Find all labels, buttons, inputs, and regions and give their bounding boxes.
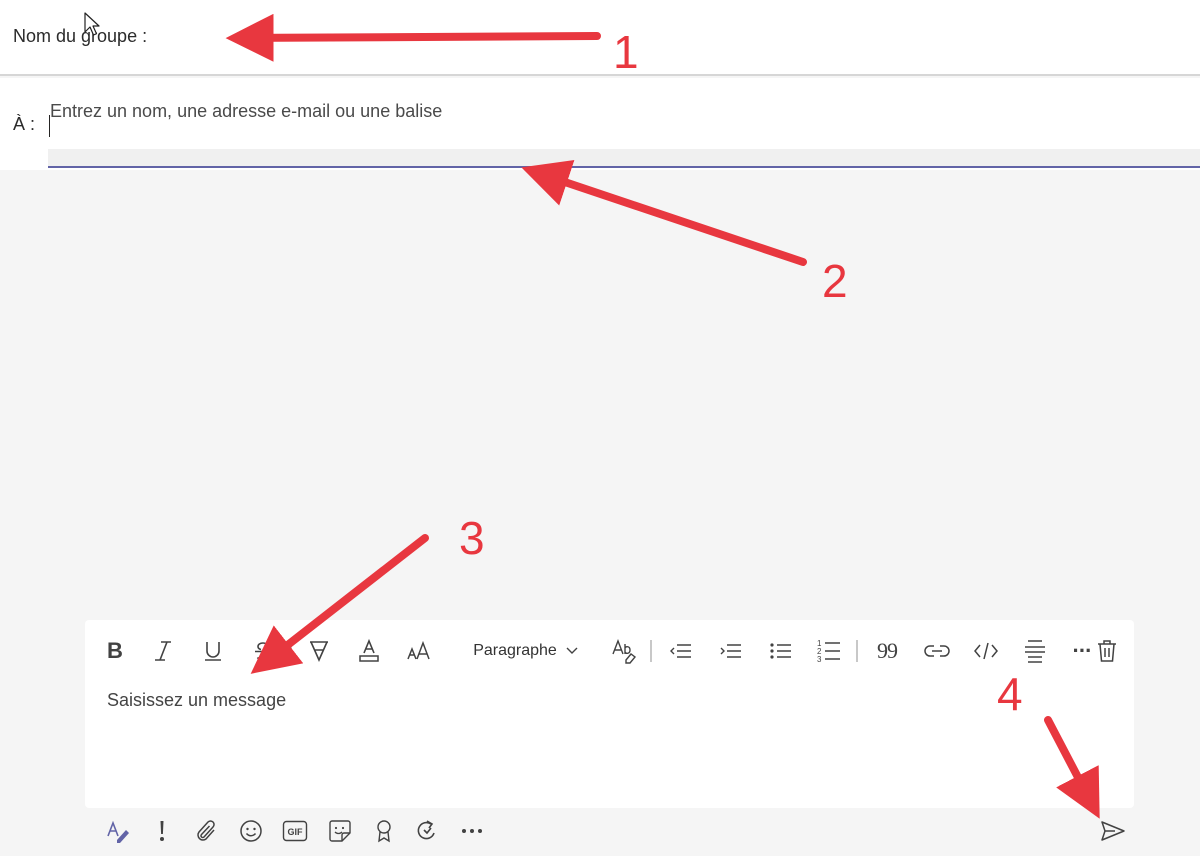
font-color-icon [359,638,379,662]
highlight-icon [310,641,328,662]
quote-button[interactable]: 99 [871,634,903,668]
chevron-down-icon [566,647,578,654]
clear-formatting-button[interactable] [608,634,640,668]
sticker-icon [329,820,351,842]
svg-text:GIF: GIF [288,827,304,837]
to-row: À : [0,78,1200,170]
bold-button[interactable]: B [99,634,131,668]
align-button[interactable] [1019,634,1051,668]
strikethrough-button[interactable] [247,634,279,668]
delete-button[interactable] [1093,634,1121,668]
to-label: À : [13,114,36,134]
horizontal-rule-icon [1025,640,1045,663]
gif-icon: GIF [282,820,308,842]
italic-icon [155,641,171,661]
quote-icon: 99 [877,638,898,663]
svg-text:3: 3 [817,655,822,664]
format-button[interactable] [105,817,133,845]
recipient-input[interactable] [48,78,1200,168]
decrease-indent-icon [670,644,691,658]
highlight-button[interactable] [303,634,335,668]
numbered-list-button[interactable]: 123 [813,634,845,668]
increase-indent-button[interactable] [715,634,747,668]
toolbar-separator [290,640,292,662]
underline-icon [205,642,221,661]
annotation-arrow-2 [521,159,807,266]
gif-button[interactable]: GIF [280,817,310,845]
send-icon [1101,821,1125,841]
annotation-label-2: 2 [822,255,848,307]
code-button[interactable] [970,634,1002,668]
loop-button[interactable] [413,817,441,845]
format-icon [107,820,129,843]
praise-button[interactable] [370,817,398,845]
more-icon [462,829,482,833]
important-button[interactable] [150,817,174,845]
important-icon [160,821,164,841]
group-name-label: Nom du groupe : [13,26,148,46]
emoji-button[interactable] [237,817,265,845]
increase-indent-icon [720,644,741,658]
more-icon: ··· [1072,638,1093,663]
font-color-button[interactable] [353,634,385,668]
font-size-button[interactable] [403,634,435,668]
paragraph-dropdown[interactable]: Paragraphe [471,634,581,668]
trash-icon [1098,640,1116,662]
toolbar-separator [650,640,652,662]
annotation-label-3: 3 [459,512,485,564]
more-options-button[interactable]: ··· [1070,634,1094,668]
loop-icon [417,820,435,840]
strikethrough-icon [255,642,271,661]
compose-box: B Paragraphe 123 99 ··· Saisissez un mes… [85,620,1134,808]
italic-button[interactable] [147,634,179,668]
link-icon [924,645,950,657]
link-button[interactable] [921,634,953,668]
decrease-indent-button[interactable] [665,634,697,668]
clear-formatting-icon [612,639,637,664]
toolbar-separator [856,640,858,662]
send-button[interactable] [1098,817,1128,845]
message-input[interactable]: Saisissez un message [107,690,1107,711]
sticker-button[interactable] [325,817,355,845]
attach-icon [197,820,215,841]
font-size-icon [407,640,430,660]
paragraph-label: Paragraphe [473,642,557,659]
mouse-cursor-icon [84,12,100,36]
bullet-list-icon [770,643,791,659]
code-icon [974,642,998,660]
numbered-list-icon: 123 [817,639,840,664]
bullet-list-button[interactable] [765,634,797,668]
text-caret [49,115,50,137]
more-apps-button[interactable] [458,817,486,845]
attach-button[interactable] [193,817,221,845]
bold-icon: B [107,638,123,663]
praise-icon [377,820,391,843]
underline-button[interactable] [197,634,229,668]
group-name-row[interactable]: Nom du groupe : [0,0,1200,76]
emoji-icon [240,820,262,842]
